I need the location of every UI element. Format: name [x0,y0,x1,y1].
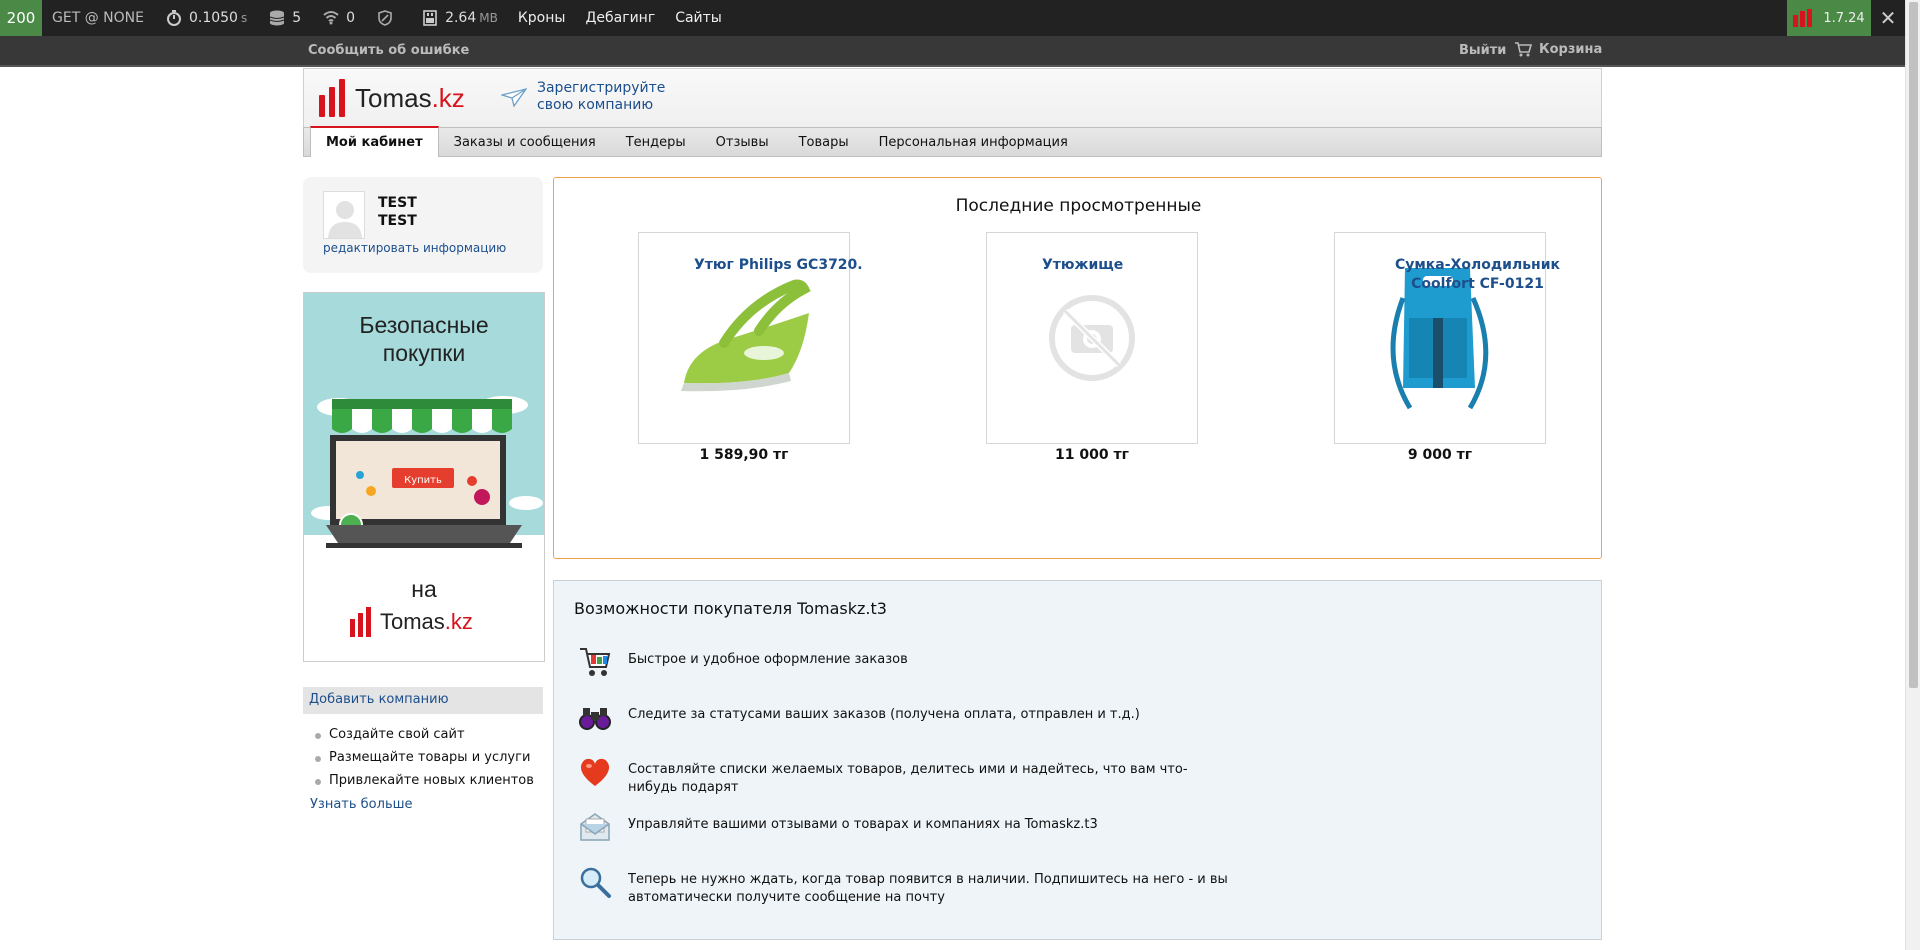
close-icon[interactable]: ✕ [1871,0,1905,36]
events-panel[interactable]: 0 [323,10,355,26]
tab-products[interactable]: Товары [784,128,864,157]
register-company-link[interactable]: Зарегистрируйте свою компанию [501,80,665,114]
feature-text: Следите за статусами ваших заказов (полу… [628,707,1140,722]
version-text: 1.7.24 [1823,10,1865,26]
time-unit: s [240,11,248,25]
feature-text: Управляйте вашими отзывами о товарах и к… [628,817,1098,832]
stopwatch-icon [166,10,181,26]
logo-text: Tomas.kz [355,82,465,113]
report-error-link[interactable]: Сообщить об ошибке [308,43,469,58]
buyer-features-panel: Возможности покупателя Tomaskz.t3 Быстро… [553,580,1602,940]
debug-toolbar: 200 GET @ NONE 0.1050 s 5 0 2.64 MB Кроны … [0,0,1905,36]
feature-text: Быстрое и удобное оформление заказов [628,652,908,667]
feature-item: Составляйте списки желаемых товаров, дел… [576,753,1228,797]
product-card: Сумка-Холодильник Coolfort CF-0121 9 000… [1315,232,1565,465]
magnifier-icon [576,863,614,901]
binoculars-icon [576,698,614,736]
version-badge[interactable]: 1.7.24 [1787,0,1871,36]
user-topbar: Сообщить об ошибке Выйти Корзина [0,36,1905,67]
tab-reviews[interactable]: Отзывы [701,128,784,157]
envelope-icon [576,808,614,846]
time-panel[interactable]: 0.1050 s [166,10,247,26]
feature-text: Составляйте списки желаемых товаров, дел… [628,762,1188,795]
banner-logo: Tomas.kz [350,607,473,637]
site-logo[interactable]: Tomas.kz [319,79,465,117]
profile-card: TEST TEST редактировать информацию [303,177,543,273]
product-price: 1 589,90 тг [699,447,789,463]
site-header: Tomas.kz Зарегистрируйте свою компанию [303,68,1602,127]
debug-link-sites[interactable]: Сайты [675,10,722,26]
learn-more-link[interactable]: Узнать больше [310,797,413,812]
user-silhouette-icon [328,201,362,238]
product-price: 9 000 тг [1407,447,1473,463]
debug-link-crons[interactable]: Кроны [518,10,566,26]
scrollbar-thumb[interactable] [1909,2,1918,688]
feature-item: Теперь не нужно ждать, когда товар появи… [576,863,1228,907]
product-name[interactable]: Сумка-Холодильник Coolfort CF-0121 [1390,256,1565,294]
list-item: Создайте свой сайт [315,726,534,744]
banner-logo-bars-icon [350,607,374,637]
cart-icon [1515,42,1532,57]
shield-icon [378,10,392,26]
security-panel[interactable] [377,10,400,26]
request-info[interactable]: GET @ NONE [52,10,144,26]
memory-icon [423,10,437,26]
memory-unit: MB [479,11,498,25]
features-title: Возможности покупателя Tomaskz.t3 [574,599,887,618]
logo-bars-icon [319,79,349,117]
feature-item: Следите за статусами ваших заказов (полу… [576,698,1140,736]
tab-my-cabinet[interactable]: Мой кабинет [310,126,439,157]
time-value: 0.1050 [188,10,238,26]
signal-icon [323,11,339,25]
status-code[interactable]: 200 [0,0,42,36]
paper-plane-icon [501,88,527,107]
tab-personal-info[interactable]: Персональная информация [864,128,1083,157]
list-item: Размещайте товары и услуги [315,749,534,767]
banner-on-text: на [411,576,437,602]
product-card: Утюжище 11 000 тг [967,232,1217,465]
iron-image [681,279,811,392]
cart-label: Корзина [1539,42,1603,57]
buy-button: Купить [404,475,442,486]
tab-orders-messages[interactable]: Заказы и сообщения [439,128,611,157]
recently-viewed-panel: Последние просмотренные Утюг Philips GC3… [553,177,1602,559]
request-text: GET @ NONE [52,10,144,26]
safe-shopping-banner[interactable]: Безопасные покупки Купить на Tomas.kz [303,292,545,662]
cart-link[interactable]: Корзина [1515,42,1602,57]
company-benefits-list: Создайте свой сайт Размещайте товары и у… [315,726,534,795]
product-name[interactable]: Утюжище [1042,256,1123,275]
logout-link[interactable]: Выйти [1459,43,1506,58]
memory-value: 2.64 [445,10,477,26]
database-icon [270,10,285,26]
feature-item: Быстрое и удобное оформление заказов [576,643,908,681]
add-company-link[interactable]: Добавить компанию [303,687,543,714]
cart-icon [576,643,614,681]
recently-viewed-title: Последние просмотренные [955,196,1202,216]
register-company-text: Зарегистрируйте свою компанию [537,80,666,113]
feature-item: Управляйте вашими отзывами о товарах и к… [576,808,1098,846]
feature-text: Теперь не нужно ждать, когда товар появи… [628,872,1228,905]
page-scrollbar[interactable] [1905,0,1920,950]
profile-name: TEST TEST [378,195,417,229]
banner-title: Безопасные покупки [359,312,489,366]
list-item: Привлекайте новых клиентов [315,772,534,790]
tomas-logo-icon [1793,9,1813,27]
no-photo-icon [1049,295,1135,381]
db-count: 5 [292,10,302,26]
edit-profile-link[interactable]: редактировать информацию [323,241,506,255]
avatar [323,191,365,239]
cabinet-tabs: Мой кабинет Заказы и сообщения Тендеры О… [303,126,1602,157]
product-price: 11 000 тг [1055,447,1129,463]
events-count: 0 [346,10,356,26]
tab-tenders[interactable]: Тендеры [611,128,701,157]
heart-icon [576,753,614,791]
db-panel[interactable]: 5 [269,10,301,26]
debug-link-debugging[interactable]: Дебагинг [585,10,655,26]
product-name[interactable]: Утюг Philips GC3720. [694,256,863,275]
memory-panel[interactable]: 2.64 MB [422,10,498,26]
product-card: Утюг Philips GC3720. 1 589,90 тг [619,232,869,465]
